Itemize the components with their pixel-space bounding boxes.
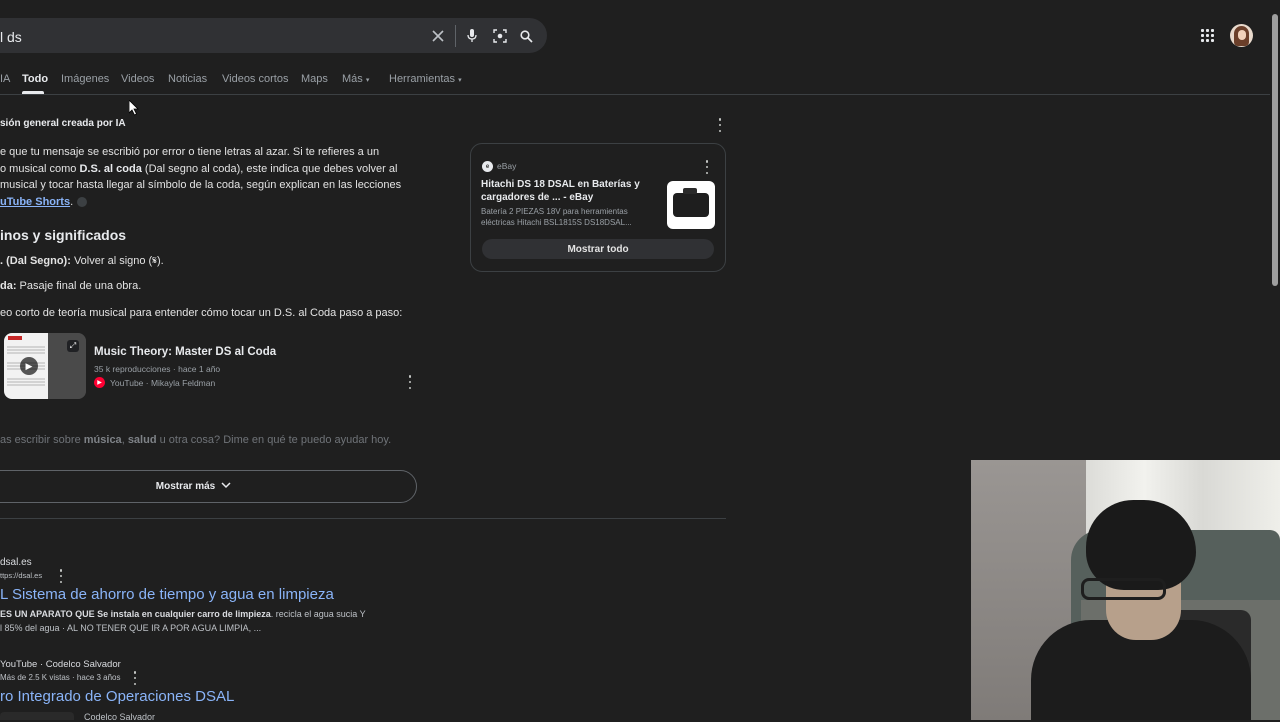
search-icon[interactable]	[517, 27, 535, 45]
tab-mas[interactable]: Más ▾	[342, 73, 369, 85]
shorts-icon: ⤢	[67, 340, 79, 352]
video-meta: 35 k reproducciones · hace 1 año	[94, 364, 221, 374]
tab-maps[interactable]: Maps	[301, 73, 328, 85]
result-site-name[interactable]: dsal.es	[0, 557, 32, 568]
tab-noticias[interactable]: Noticias	[168, 73, 207, 85]
youtube-shorts-link[interactable]: uTube Shorts	[0, 196, 70, 208]
video-thumbnail[interactable]	[0, 712, 74, 720]
battery-icon	[673, 188, 709, 217]
caret-down-icon: ▾	[365, 77, 370, 84]
ai-line: musical y tocar hasta llegar al símbolo …	[0, 179, 402, 192]
avatar-face	[1238, 30, 1246, 40]
battery-product-image[interactable]	[667, 181, 715, 229]
ai-text: o musical como	[0, 162, 80, 175]
term-text: Volver al signo (𝄋).	[70, 255, 164, 267]
term-label: da:	[0, 280, 17, 292]
search-input[interactable]: l ds	[0, 29, 22, 45]
tab-videos-cortos[interactable]: Videos cortos	[222, 73, 288, 85]
webcam-overlay	[971, 460, 1280, 720]
video-menu-icon[interactable]	[408, 375, 412, 389]
result-title[interactable]: L Sistema de ahorro de tiempo y agua en …	[0, 586, 334, 603]
result-url[interactable]: ttps://dsal.es	[0, 571, 42, 580]
term-text: Pasaje final de una obra.	[16, 280, 142, 292]
webcam-person-hair	[1086, 500, 1196, 590]
mouse-cursor-icon	[128, 99, 139, 121]
ai-overview-title: sión general creada por IA	[0, 118, 126, 129]
show-more-button[interactable]: Mostrar más	[0, 470, 417, 503]
card-source: eBay	[497, 161, 517, 171]
tab-videos[interactable]: Videos	[121, 73, 154, 85]
clear-search-icon[interactable]	[429, 27, 447, 45]
ai-followup-text: as escribir sobre música, salud u otra c…	[0, 434, 391, 446]
result-snippet: ES UN APARATO QUE Se instala en cualquie…	[0, 607, 400, 622]
card-title[interactable]: Hitachi DS 18 DSAL en Baterías y cargado…	[481, 178, 661, 204]
ai-overview-text: e que tu mensaje se escribió por error o…	[0, 144, 420, 211]
followup-bold: salud	[127, 434, 157, 446]
terms-heading: inos y significados	[0, 227, 127, 243]
video-title[interactable]: Music Theory: Master DS al Coda	[94, 346, 276, 358]
ai-overview-menu-icon[interactable]	[718, 118, 722, 132]
tab-mas-label: Más	[342, 73, 363, 85]
scrollbar-thumb[interactable]	[1272, 14, 1278, 286]
result-menu-icon[interactable]	[133, 671, 137, 685]
ai-line: o musical como D.S. al coda (Dal segno a…	[0, 161, 420, 178]
followup-text: u otra cosa? Dime en qué te puedo ayudar…	[156, 434, 392, 446]
show-more-label: Mostrar más	[155, 481, 216, 492]
chevron-down-icon	[221, 481, 231, 492]
ai-line: uTube Shorts.	[0, 194, 420, 211]
lens-camera-icon[interactable]	[491, 27, 509, 45]
youtube-icon: ▶	[94, 377, 105, 388]
webcam-glasses	[1081, 578, 1166, 600]
result-title[interactable]: ro Integrado de Operaciones DSAL	[0, 688, 234, 705]
snippet-text: . recicla el agua sucia Y	[270, 609, 366, 619]
search-tabs: IA Todo Imágenes Videos Noticias Videos …	[0, 73, 500, 89]
snippet-bold: ES UN APARATO QUE Se instala en cualquie…	[0, 609, 271, 619]
ebay-favicon: e	[482, 161, 493, 172]
link-chain-icon[interactable]	[77, 197, 88, 208]
card-menu-icon[interactable]	[705, 160, 709, 174]
tab-herramientas[interactable]: Herramientas ▾	[389, 73, 462, 85]
tab-herramientas-label: Herramientas	[389, 73, 456, 85]
ai-bold: D.S. al coda	[79, 162, 142, 175]
caret-down-icon: ▾	[458, 77, 462, 84]
term-dal-segno: . (Dal Segno): Volver al signo (𝄋).	[0, 255, 164, 268]
search-divider	[455, 25, 456, 47]
show-all-button[interactable]: Mostrar todo	[482, 239, 714, 259]
tab-todo[interactable]: Todo	[22, 73, 48, 85]
ai-text: .	[70, 196, 74, 209]
ai-text: (Dal segno al coda), este indica que deb…	[141, 162, 398, 175]
avatar[interactable]	[1230, 24, 1253, 47]
term-label: . (Dal Segno):	[0, 255, 71, 267]
tab-imagenes[interactable]: Imágenes	[61, 73, 109, 85]
video-intro-text: eo corto de teoría musical para entender…	[0, 307, 403, 319]
result-site-name[interactable]: YouTube · Codelco Salvador	[0, 659, 121, 670]
followup-text: as escribir sobre	[0, 434, 84, 446]
result-menu-icon[interactable]	[59, 569, 63, 583]
result-snippet-line2: l 85% del agua · AL NO TENER QUE IR A PO…	[0, 623, 262, 633]
term-coda: da: Pasaje final de una obra.	[0, 280, 141, 292]
play-icon[interactable]: ▶	[20, 357, 38, 375]
microphone-icon[interactable]	[463, 27, 481, 45]
tab-ia[interactable]: IA	[0, 73, 10, 85]
card-description: Batería 2 PIEZAS 18V para herramientas e…	[481, 207, 632, 227]
google-apps-icon[interactable]	[1201, 29, 1214, 42]
tabs-divider	[0, 94, 1270, 95]
result-meta: Más de 2.5 K vistas · hace 3 años	[0, 673, 121, 682]
followup-bold: música	[83, 434, 122, 446]
section-divider	[0, 518, 726, 519]
video-thumbnail[interactable]: ▶ ⤢	[4, 333, 86, 399]
ai-line: e que tu mensaje se escribió por error o…	[0, 146, 380, 158]
video-source: YouTube · Mikayla Feldman	[110, 378, 216, 388]
result-channel: Codelco Salvador	[84, 712, 156, 722]
